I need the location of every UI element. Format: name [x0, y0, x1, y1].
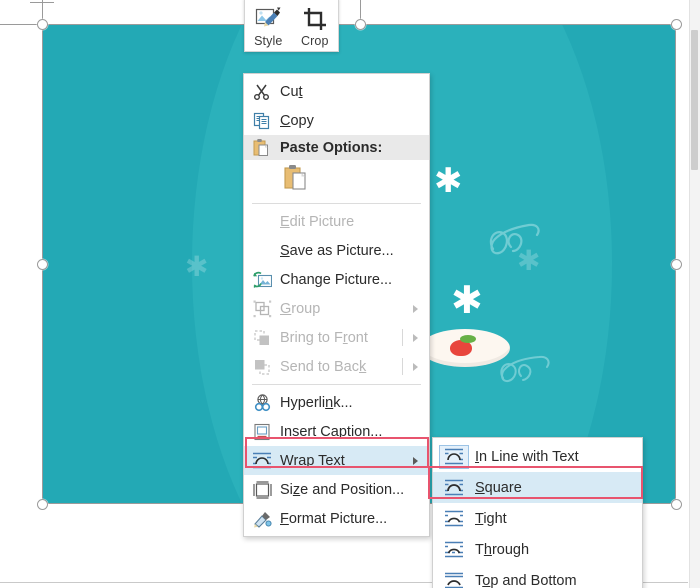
wrap-top-bottom-icon [439, 569, 469, 588]
group-icon [248, 298, 276, 320]
wrap-square-icon [439, 476, 469, 500]
swirl-decoration-icon [489, 223, 540, 255]
insert-caption-icon [248, 421, 276, 443]
document-canvas: ✱ ✱ ✱ ✱ ✱ [0, 0, 700, 588]
menu-item-size-and-position-label: Size and Position... [280, 481, 405, 498]
wrap-tight-icon [439, 507, 469, 531]
vertical-scrollbar-track[interactable] [689, 0, 700, 588]
menu-item-edit-picture-label: Edit Picture [280, 213, 355, 230]
resize-handle-bottom-right[interactable] [670, 498, 682, 510]
resize-handle-middle-left[interactable] [36, 258, 48, 270]
menu-item-bring-to-front-label: Bring to Front [280, 329, 368, 346]
submenu-arrow-icon [413, 456, 418, 465]
submenu-item-tight-label: Tight [475, 510, 507, 527]
send-to-back-icon [248, 356, 276, 378]
crop-button-label: Crop [301, 34, 329, 48]
picture-style-icon [255, 4, 281, 34]
resize-handle-top-right[interactable] [670, 18, 682, 30]
menu-item-paste-options-header: Paste Options: [244, 135, 429, 160]
menu-item-paste-options-label: Paste Options: [280, 139, 383, 156]
submenu-item-in-line-with-text[interactable]: In Line with Text [433, 441, 642, 472]
menu-item-size-and-position[interactable]: Size and Position... [244, 475, 429, 504]
wrap-through-icon [439, 538, 469, 562]
format-picture-icon [248, 508, 276, 530]
submenu-arrow-icon [413, 333, 418, 342]
crop-icon [303, 4, 327, 34]
size-position-icon [248, 479, 276, 501]
menu-divider [402, 358, 403, 375]
submenu-item-through[interactable]: Through [433, 534, 642, 565]
menu-divider [402, 329, 403, 346]
picture-mini-toolbar: Style Crop [244, 0, 339, 52]
submenu-arrow-icon [413, 362, 418, 371]
submenu-item-square[interactable]: Square [433, 472, 642, 503]
menu-item-save-as-picture[interactable]: Save as Picture... [244, 236, 429, 265]
food-plate-decoration [420, 329, 510, 369]
menu-item-format-picture-label: Format Picture... [280, 510, 388, 527]
menu-item-hyperlink-label: Hyperlink... [280, 394, 353, 411]
paste-icon [248, 137, 276, 159]
style-button[interactable]: Style [245, 0, 292, 51]
submenu-item-tight[interactable]: Tight [433, 503, 642, 534]
menu-item-send-to-back: Send to Back [244, 352, 429, 381]
scissors-icon [248, 81, 276, 103]
blank-icon [248, 240, 276, 262]
menu-item-save-as-picture-label: Save as Picture... [280, 242, 394, 259]
menu-item-copy-label: Copy [280, 112, 314, 129]
blank-icon [248, 211, 276, 233]
alignment-guide-horizontal [0, 24, 42, 25]
paste-options-row [244, 160, 429, 200]
menu-separator [252, 203, 421, 204]
snowflake-icon: ✱ [434, 161, 463, 201]
menu-item-wrap-text[interactable]: Wrap Text [244, 446, 429, 475]
submenu-item-square-label: Square [475, 479, 522, 496]
alignment-guide-tick [30, 2, 54, 3]
submenu-item-in-line-with-text-label: In Line with Text [475, 448, 579, 465]
wrap-text-submenu: In Line with Text Square Tight Through T… [432, 437, 643, 588]
submenu-item-through-label: Through [475, 541, 530, 558]
bring-to-front-icon [248, 327, 276, 349]
menu-item-group: Group [244, 294, 429, 323]
menu-item-cut-label: Cut [280, 83, 303, 100]
resize-handle-top-left[interactable] [36, 18, 48, 30]
resize-handle-middle-right[interactable] [670, 258, 682, 270]
crop-button[interactable]: Crop [292, 0, 339, 51]
snowflake-icon: ✱ [185, 250, 209, 283]
resize-handle-bottom-left[interactable] [36, 498, 48, 510]
menu-item-cut[interactable]: Cut [244, 77, 429, 106]
wrap-text-icon [248, 450, 276, 472]
menu-item-copy[interactable]: Copy [244, 106, 429, 135]
menu-item-hyperlink[interactable]: Hyperlink... [244, 388, 429, 417]
submenu-item-top-and-bottom[interactable]: Top and Bottom [433, 565, 642, 588]
hyperlink-icon [248, 392, 276, 414]
style-button-label: Style [254, 34, 283, 48]
change-picture-icon [248, 269, 276, 291]
menu-item-wrap-text-label: Wrap Text [280, 452, 345, 469]
submenu-arrow-icon [413, 304, 418, 313]
menu-item-change-picture[interactable]: Change Picture... [244, 265, 429, 294]
submenu-item-top-and-bottom-label: Top and Bottom [475, 572, 577, 588]
menu-item-group-label: Group [280, 300, 321, 317]
context-menu: Cut Copy Paste Options: Edit Picture Sav… [243, 73, 430, 537]
menu-item-insert-caption[interactable]: Insert Caption... [244, 417, 429, 446]
menu-item-edit-picture: Edit Picture [244, 207, 429, 236]
menu-item-insert-caption-label: Insert Caption... [280, 423, 383, 440]
vertical-scrollbar-thumb[interactable] [691, 30, 698, 170]
resize-handle-top-center[interactable] [354, 18, 366, 30]
menu-separator [252, 384, 421, 385]
menu-item-format-picture[interactable]: Format Picture... [244, 504, 429, 533]
wrap-inline-icon [439, 444, 469, 469]
paste-keep-formatting-icon[interactable] [284, 164, 310, 197]
copy-icon [248, 110, 276, 132]
menu-item-send-to-back-label: Send to Back [280, 358, 367, 375]
menu-item-change-picture-label: Change Picture... [280, 271, 393, 288]
snowflake-icon: ✱ [451, 278, 483, 322]
menu-item-bring-to-front: Bring to Front [244, 323, 429, 352]
